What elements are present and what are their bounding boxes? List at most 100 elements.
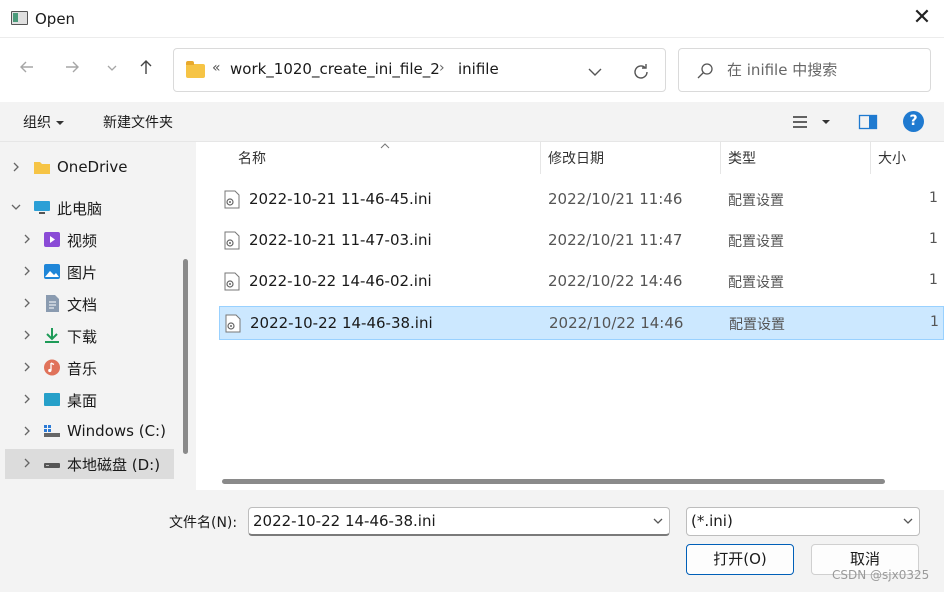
column-header-type[interactable]: 类型 xyxy=(728,148,756,168)
sidebar-item-documents[interactable]: 文档 xyxy=(0,289,180,319)
downloads-icon xyxy=(45,328,59,343)
arrow-left-icon xyxy=(20,61,33,73)
sidebar-item-desktop[interactable]: 桌面 xyxy=(0,385,180,415)
column-header-date[interactable]: 修改日期 xyxy=(548,148,604,168)
column-header-name[interactable]: 名称 xyxy=(238,148,266,168)
computer-icon xyxy=(34,201,50,214)
title-bar: Open ✕ xyxy=(0,0,944,38)
pictures-icon xyxy=(44,264,60,279)
chevron-down-icon[interactable] xyxy=(10,201,22,213)
sidebar-item-drive-d[interactable]: 本地磁盘 (D:) xyxy=(5,449,174,479)
sidebar-item-downloads[interactable]: 下载 xyxy=(0,321,180,351)
file-name: 2022-10-21 11-47-03.ini xyxy=(249,231,432,249)
sidebar-item-label: 桌面 xyxy=(67,392,98,410)
column-divider[interactable] xyxy=(870,142,871,174)
file-row[interactable]: 2022-10-21 11-46-45.ini 2022/10/21 11:46… xyxy=(219,183,944,217)
chevron-down-icon xyxy=(588,68,602,76)
file-date: 2022/10/22 14:46 xyxy=(548,272,683,290)
chevron-right-icon[interactable] xyxy=(21,233,33,245)
chevron-right-icon[interactable] xyxy=(10,161,22,173)
window-title: Open xyxy=(35,10,76,28)
file-name: 2022-10-21 11-46-45.ini xyxy=(249,190,432,208)
caret-down-icon xyxy=(822,120,830,124)
chevron-down-icon xyxy=(903,518,913,524)
forward-button[interactable] xyxy=(60,58,84,82)
file-size: 1 xyxy=(929,231,938,247)
search-box[interactable] xyxy=(678,48,931,92)
breadcrumb-separator[interactable]: › xyxy=(439,60,445,76)
sidebar-scrollbar-thumb[interactable] xyxy=(183,259,188,454)
sidebar-item-pictures[interactable]: 图片 xyxy=(0,257,180,287)
file-type: 配置设置 xyxy=(728,234,784,250)
ini-file-icon xyxy=(224,231,240,250)
chevron-down-icon xyxy=(107,65,117,71)
navigation-bar: « work_1020_create_ini_file_2 › inifile xyxy=(0,38,944,102)
sidebar-item-onedrive[interactable]: OneDrive xyxy=(0,153,180,183)
sidebar-item-videos[interactable]: 视频 xyxy=(0,225,180,255)
sidebar-item-label: 本地磁盘 (D:) xyxy=(67,456,161,474)
preview-pane-icon xyxy=(858,114,878,130)
address-dropdown-button[interactable] xyxy=(584,61,606,83)
folder-icon xyxy=(186,61,205,78)
file-type: 配置设置 xyxy=(729,317,785,333)
back-button[interactable] xyxy=(15,58,39,82)
file-row[interactable]: 2022-10-22 14-46-02.ini 2022/10/22 14:46… xyxy=(219,265,944,299)
view-options-button[interactable] xyxy=(790,112,838,134)
file-size: 1 xyxy=(929,190,938,206)
ini-file-icon xyxy=(224,272,240,291)
column-divider[interactable] xyxy=(540,142,541,174)
drive-icon xyxy=(44,463,60,468)
breadcrumb-item-current[interactable]: inifile xyxy=(458,60,499,78)
arrow-up-icon xyxy=(140,60,152,74)
file-row[interactable]: 2022-10-21 11-47-03.ini 2022/10/21 11:47… xyxy=(219,224,944,258)
chevron-right-icon[interactable] xyxy=(21,329,33,341)
breadcrumb-overflow[interactable]: « xyxy=(212,60,221,76)
chevron-right-icon[interactable] xyxy=(21,297,33,309)
filename-input[interactable]: 2022-10-22 14-46-38.ini xyxy=(253,512,436,530)
documents-icon xyxy=(46,295,59,312)
close-button[interactable]: ✕ xyxy=(908,5,936,33)
file-type-filter-select[interactable]: (*.ini) xyxy=(686,507,920,536)
file-date: 2022/10/22 14:46 xyxy=(549,314,684,332)
chevron-right-icon[interactable] xyxy=(21,425,33,437)
new-folder-button[interactable]: 新建文件夹 xyxy=(103,112,173,132)
file-size: 1 xyxy=(929,272,938,288)
column-header-size[interactable]: 大小 xyxy=(878,148,906,168)
recent-locations-button[interactable] xyxy=(100,58,124,82)
file-date: 2022/10/21 11:47 xyxy=(548,231,683,249)
sidebar-item-label: 视频 xyxy=(67,232,98,250)
file-type: 配置设置 xyxy=(728,275,784,291)
sidebar-item-label: 音乐 xyxy=(67,360,98,378)
sidebar-item-this-pc[interactable]: 此电脑 xyxy=(0,193,180,223)
watermark: CSDN @sjx0325 xyxy=(832,568,930,582)
drive-icon xyxy=(44,425,60,437)
column-divider[interactable] xyxy=(720,142,721,174)
refresh-icon xyxy=(634,64,648,79)
chevron-right-icon[interactable] xyxy=(21,457,33,469)
file-type: 配置设置 xyxy=(728,193,784,209)
file-list: 名称 修改日期 类型 大小 2022-10-21 11-46-45.ini 20… xyxy=(196,142,944,490)
arrow-right-icon xyxy=(66,61,79,73)
filename-combobox[interactable]: 2022-10-22 14-46-38.ini xyxy=(248,507,670,536)
sidebar-item-music[interactable]: 音乐 xyxy=(0,353,180,383)
filename-label: 文件名(N): xyxy=(169,515,238,531)
file-row-selected[interactable]: 2022-10-22 14-46-38.ini 2022/10/22 14:46… xyxy=(219,306,944,340)
refresh-button[interactable] xyxy=(630,61,652,83)
organize-button[interactable]: 组织 xyxy=(23,112,65,132)
help-button[interactable]: ? xyxy=(903,111,924,132)
up-button[interactable] xyxy=(134,58,158,82)
desktop-icon xyxy=(44,393,60,406)
search-input[interactable] xyxy=(727,57,922,83)
breadcrumb-item-parent[interactable]: work_1020_create_ini_file_2 xyxy=(230,60,440,78)
chevron-right-icon[interactable] xyxy=(21,361,33,373)
horizontal-scrollbar-thumb[interactable] xyxy=(222,479,885,484)
chevron-right-icon[interactable] xyxy=(21,393,33,405)
command-toolbar: 组织 新建文件夹 ? xyxy=(0,102,944,142)
preview-pane-button[interactable] xyxy=(858,113,878,131)
address-bar[interactable]: « work_1020_create_ini_file_2 › inifile xyxy=(173,48,666,92)
open-button[interactable]: 打开(O) xyxy=(686,544,794,575)
chevron-down-icon[interactable] xyxy=(651,514,665,528)
chevron-right-icon[interactable] xyxy=(21,265,33,277)
file-size: 1 xyxy=(930,314,939,330)
sidebar-item-drive-c[interactable]: Windows (C:) xyxy=(0,417,180,447)
